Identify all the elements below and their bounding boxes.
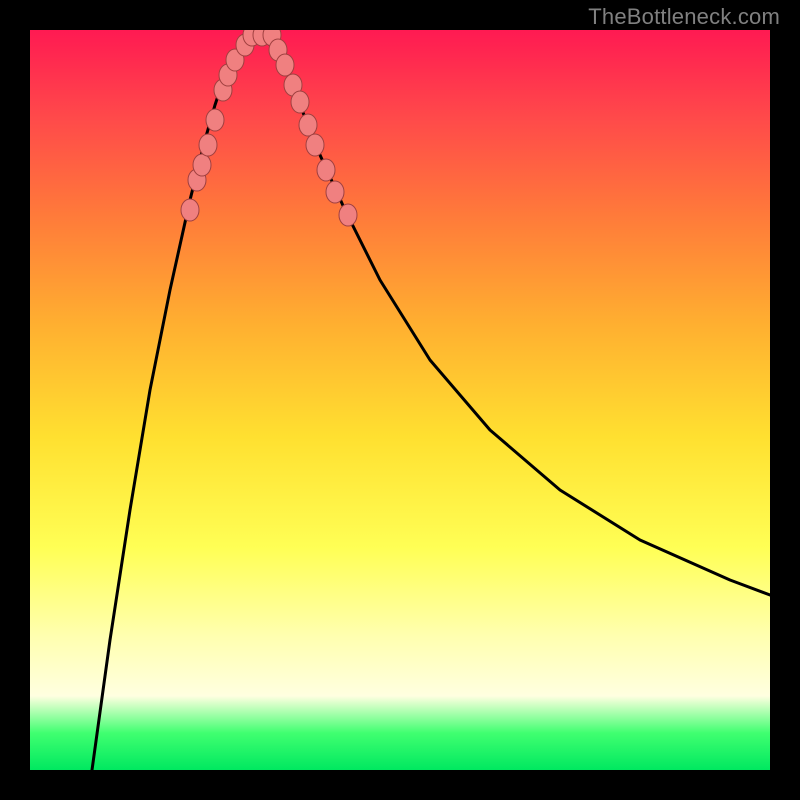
marker-right-markers [291, 91, 309, 113]
marker-right-markers [299, 114, 317, 136]
curve-left-branch [92, 30, 255, 770]
marker-right-markers [339, 204, 357, 226]
marker-right-markers [317, 159, 335, 181]
marker-left-markers [193, 154, 211, 176]
marker-right-markers [326, 181, 344, 203]
plot-area [30, 30, 770, 770]
marker-left-markers [199, 134, 217, 156]
plot-svg [30, 30, 770, 770]
chart-canvas: TheBottleneck.com [0, 0, 800, 800]
marker-right-markers [306, 134, 324, 156]
marker-right-markers [276, 54, 294, 76]
watermark-text: TheBottleneck.com [588, 4, 780, 30]
curve-right-branch [255, 30, 770, 595]
marker-left-markers [181, 199, 199, 221]
marker-left-markers [206, 109, 224, 131]
